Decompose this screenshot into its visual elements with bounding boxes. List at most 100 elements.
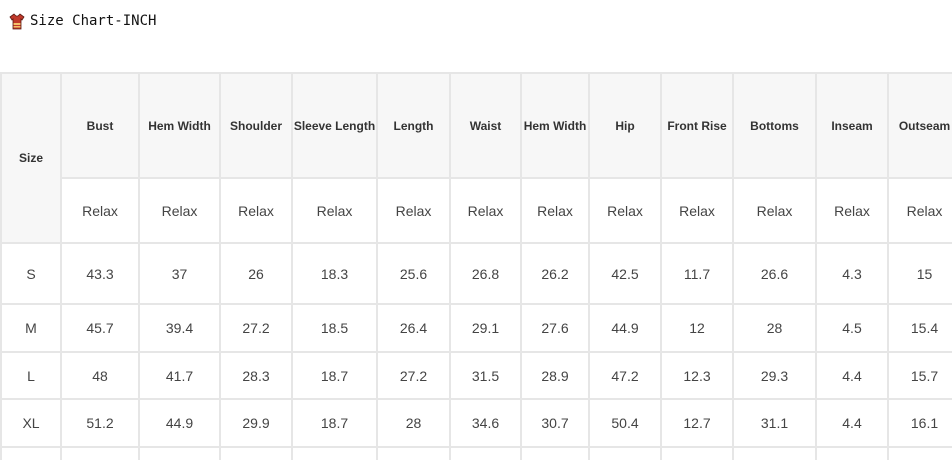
table-cell: 4.3 — [815, 242, 889, 305]
table-cell: 12 — [660, 303, 734, 353]
shirt-icon — [9, 12, 25, 29]
table-cell: 39.4 — [138, 303, 221, 353]
column-header-bust: Bust — [60, 72, 140, 179]
column-header-waist: Waist — [449, 72, 522, 179]
table-cell: 44.9 — [138, 398, 221, 448]
table-cell: 51.2 — [60, 398, 140, 448]
table-cell: 47.2 — [588, 351, 662, 400]
page-title: Size Chart-INCH — [30, 13, 157, 29]
table-cell: 27.2 — [376, 351, 451, 400]
table-cell: 26.8 — [449, 242, 522, 305]
table-cell: 26.4 — [376, 303, 451, 353]
table-cell: 26.6 — [732, 242, 817, 305]
fit-cell: Relax — [449, 177, 522, 244]
table-cell — [520, 446, 590, 460]
column-header-length: Length — [376, 72, 451, 179]
column-header-hem-width: Hem Width — [138, 72, 221, 179]
table-cell: 42.5 — [588, 242, 662, 305]
table-cell: 15 — [887, 242, 952, 305]
table-row: XL 51.2 44.9 29.9 18.7 28 34.6 30.7 50.4… — [0, 398, 952, 448]
table-cell: 4.4 — [815, 398, 889, 448]
column-header-inseam: Inseam — [815, 72, 889, 179]
size-column-header: Size — [0, 72, 62, 244]
fit-cell: Relax — [660, 177, 734, 244]
table-cell: 44.9 — [588, 303, 662, 353]
fit-cell: Relax — [376, 177, 451, 244]
table-cell: 50.4 — [588, 398, 662, 448]
fit-cell: Relax — [60, 177, 140, 244]
column-header-sleeve-length: Sleeve Length — [291, 72, 378, 179]
table-row: L 48 41.7 28.3 18.7 27.2 31.5 28.9 47.2 … — [0, 351, 952, 400]
table-cell: 15.7 — [887, 351, 952, 400]
column-header-bottoms: Bottoms — [732, 72, 817, 179]
table-row-partial — [0, 446, 952, 460]
column-header-shoulder: Shoulder — [219, 72, 293, 179]
table-cell — [219, 446, 293, 460]
size-cell: L — [0, 351, 62, 400]
table-cell: 31.1 — [732, 398, 817, 448]
table-cell — [449, 446, 522, 460]
table-row: S 43.3 37 26 18.3 25.6 26.8 26.2 42.5 11… — [0, 242, 952, 305]
size-chart-table-container: Size Bust Hem Width Shoulder Sleeve Leng… — [0, 72, 952, 460]
column-header-outseam: Outseam — [887, 72, 952, 179]
table-cell — [60, 446, 140, 460]
size-cell: XL — [0, 398, 62, 448]
fit-row: Relax Relax Relax Relax Relax Relax Rela… — [1, 177, 952, 244]
fit-cell: Relax — [588, 177, 662, 244]
table-cell: 45.7 — [60, 303, 140, 353]
table-cell: 15.4 — [887, 303, 952, 353]
table-cell: 28.9 — [520, 351, 590, 400]
table-cell: 34.6 — [449, 398, 522, 448]
table-cell — [138, 446, 221, 460]
table-cell: 11.7 — [660, 242, 734, 305]
fit-cell: Relax — [887, 177, 952, 244]
table-cell: 27.2 — [219, 303, 293, 353]
size-chart-title-bar: Size Chart-INCH — [9, 11, 156, 31]
table-cell — [660, 446, 734, 460]
table-cell: 28.3 — [219, 351, 293, 400]
table-cell: 30.7 — [520, 398, 590, 448]
table-cell: 31.5 — [449, 351, 522, 400]
column-header-hem-width-bottom: Hem Width — [520, 72, 590, 179]
table-cell: 26 — [219, 242, 293, 305]
fit-cell: Relax — [291, 177, 378, 244]
table-cell: 37 — [138, 242, 221, 305]
table-cell: 48 — [60, 351, 140, 400]
size-cell: S — [0, 242, 62, 305]
table-cell: 29.1 — [449, 303, 522, 353]
table-cell: 4.4 — [815, 351, 889, 400]
table-cell: 16.1 — [887, 398, 952, 448]
size-cell: M — [0, 303, 62, 353]
table-cell: 12.3 — [660, 351, 734, 400]
fit-cell: Relax — [219, 177, 293, 244]
fit-cell: Relax — [815, 177, 889, 244]
table-cell — [887, 446, 952, 460]
table-cell — [732, 446, 817, 460]
table-row: M 45.7 39.4 27.2 18.5 26.4 29.1 27.6 44.… — [0, 303, 952, 353]
table-cell — [588, 446, 662, 460]
table-cell: 28 — [732, 303, 817, 353]
table-cell: 18.7 — [291, 351, 378, 400]
table-cell: 28 — [376, 398, 451, 448]
table-cell — [815, 446, 889, 460]
column-header-front-rise: Front Rise — [660, 72, 734, 179]
fit-cell: Relax — [520, 177, 590, 244]
table-cell: 25.6 — [376, 242, 451, 305]
table-cell: 29.9 — [219, 398, 293, 448]
table-cell — [0, 446, 62, 460]
table-cell: 26.2 — [520, 242, 590, 305]
table-cell — [376, 446, 451, 460]
table-cell: 27.6 — [520, 303, 590, 353]
column-header-hip: Hip — [588, 72, 662, 179]
table-cell — [291, 446, 378, 460]
table-cell: 18.5 — [291, 303, 378, 353]
fit-cell: Relax — [732, 177, 817, 244]
table-cell: 41.7 — [138, 351, 221, 400]
table-cell: 43.3 — [60, 242, 140, 305]
fit-cell: Relax — [138, 177, 221, 244]
table-cell: 29.3 — [732, 351, 817, 400]
table-header-row: Size Bust Hem Width Shoulder Sleeve Leng… — [0, 72, 952, 244]
size-chart-table: Size Bust Hem Width Shoulder Sleeve Leng… — [0, 72, 952, 460]
table-cell: 18.3 — [291, 242, 378, 305]
table-cell: 12.7 — [660, 398, 734, 448]
